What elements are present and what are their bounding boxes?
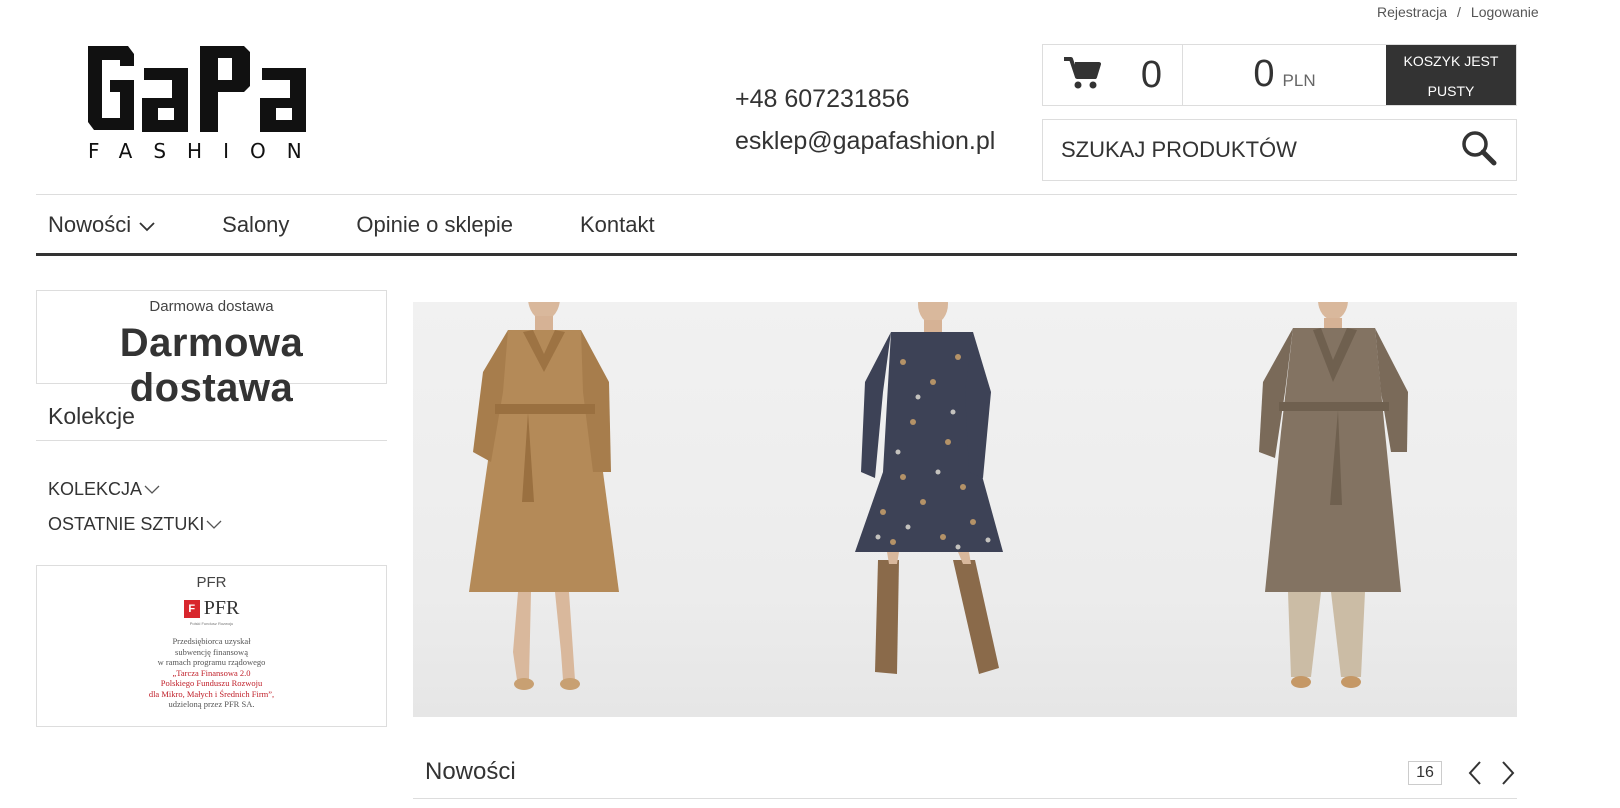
- pfr-notice-text: Przedsiębiorca uzyskał subwencję finanso…: [37, 636, 386, 710]
- search-bar: [1042, 119, 1517, 181]
- pfr-mark-icon: F: [183, 599, 200, 618]
- pfr-line: dla Mikro, Małych i Średnich Firm”,: [148, 688, 275, 699]
- model-trench-grey: [1259, 302, 1408, 688]
- pfr-logo-subtext: Polski Fundusz Rozwoju: [189, 621, 234, 626]
- search-icon[interactable]: [1460, 129, 1498, 172]
- nav-item-nowosci[interactable]: Nowości: [48, 212, 155, 238]
- logo-subtitle: FASHION: [88, 139, 323, 160]
- nav-item-label: Kontakt: [579, 211, 655, 237]
- promo-heading: Darmowa dostawa: [119, 321, 304, 410]
- collection-kolekcja[interactable]: KOLEKCJA: [48, 479, 160, 500]
- nav-item-salony[interactable]: Salony: [222, 212, 289, 238]
- free-shipping-banner[interactable]: Darmowa dostawa Darmowa dostawa: [36, 290, 387, 410]
- pfr-line: subwencję finansową: [175, 646, 248, 657]
- model-trench-camel: [469, 302, 619, 690]
- pfr-title: PFR: [196, 574, 227, 591]
- links-separator: /: [1457, 4, 1461, 20]
- cart-count-cell[interactable]: 0: [1043, 45, 1183, 105]
- pfr-line: Przedsiębiorca uzyskał: [172, 636, 251, 646]
- promo-caption: Darmowa dostawa: [149, 298, 274, 315]
- cart-currency: PLN: [1282, 71, 1316, 90]
- cart-status-button[interactable]: KOSZYK JEST PUSTY: [1386, 45, 1516, 105]
- collections-divider: [36, 440, 387, 441]
- nav-item-label: Salony: [222, 211, 290, 237]
- cart-item-count: 0: [1140, 53, 1162, 96]
- nav-divider: [36, 194, 1517, 195]
- collection-ostatnie-sztuki[interactable]: OSTATNIE SZTUKI: [48, 514, 222, 535]
- main-nav: Nowości Salony Opinie o sklepie Kontakt: [36, 196, 1517, 256]
- contact-info: +48 607231856 esklep@gapafashion.pl: [735, 78, 995, 162]
- account-links: Rejestracja / Logowanie: [1377, 4, 1539, 20]
- hero-image: [469, 302, 1408, 690]
- nav-item-opinie[interactable]: Opinie o sklepie: [356, 212, 513, 238]
- cart-status-line2: PUSTY: [1427, 83, 1475, 99]
- hero-banner[interactable]: [413, 302, 1517, 717]
- pfr-subsidy-box[interactable]: PFR F PFR Polski Fundusz Rozwoju Przedsi…: [36, 565, 387, 727]
- search-input[interactable]: [1061, 137, 1441, 163]
- news-product-count: 16: [1408, 761, 1442, 785]
- cart-icon[interactable]: [1063, 56, 1101, 95]
- pfr-line: Polskiego Funduszu Rozwoju: [160, 678, 263, 688]
- logo-graphic: FASHION: [88, 46, 323, 163]
- email-address[interactable]: esklep@gapafashion.pl: [735, 120, 995, 162]
- model-floral-dress: [855, 302, 1003, 674]
- news-divider: [413, 798, 1517, 799]
- chevron-down-icon: [144, 479, 160, 500]
- collection-label: KOLEKCJA: [48, 479, 143, 499]
- chevron-right-icon[interactable]: [1496, 759, 1518, 787]
- nav-item-label: Opinie o sklepie: [356, 211, 513, 237]
- cart-status-line1: KOSZYK JEST: [1403, 53, 1499, 69]
- pfr-logo: F PFR: [37, 597, 386, 620]
- pfr-line: „Tarcza Finansowa 2.0: [172, 667, 251, 678]
- nav-item-label: Nowości: [48, 211, 132, 237]
- cart-total-value: 0: [1253, 53, 1275, 95]
- cart-widget[interactable]: 0 0 PLN KOSZYK JEST PUSTY: [1042, 44, 1517, 106]
- site-logo[interactable]: FASHION: [86, 42, 326, 163]
- pfr-line: w ramach programu rządowego: [157, 657, 266, 667]
- register-link[interactable]: Rejestracja: [1377, 4, 1447, 20]
- chevron-down-icon: [206, 514, 222, 535]
- cart-total-cell: 0 PLN: [1183, 45, 1386, 105]
- chevron-down-icon: [139, 212, 155, 238]
- collection-label: OSTATNIE SZTUKI: [48, 514, 205, 534]
- chevron-left-icon[interactable]: [1465, 759, 1487, 787]
- login-link[interactable]: Logowanie: [1471, 4, 1539, 20]
- news-section-title: Nowości: [425, 758, 516, 785]
- collections-heading: Kolekcje: [48, 403, 135, 429]
- nav-item-kontakt[interactable]: Kontakt: [580, 212, 655, 238]
- phone-number[interactable]: +48 607231856: [735, 78, 995, 120]
- pfr-line: udzieloną przez PFR SA.: [168, 699, 255, 709]
- pfr-logo-text: PFR: [203, 597, 240, 619]
